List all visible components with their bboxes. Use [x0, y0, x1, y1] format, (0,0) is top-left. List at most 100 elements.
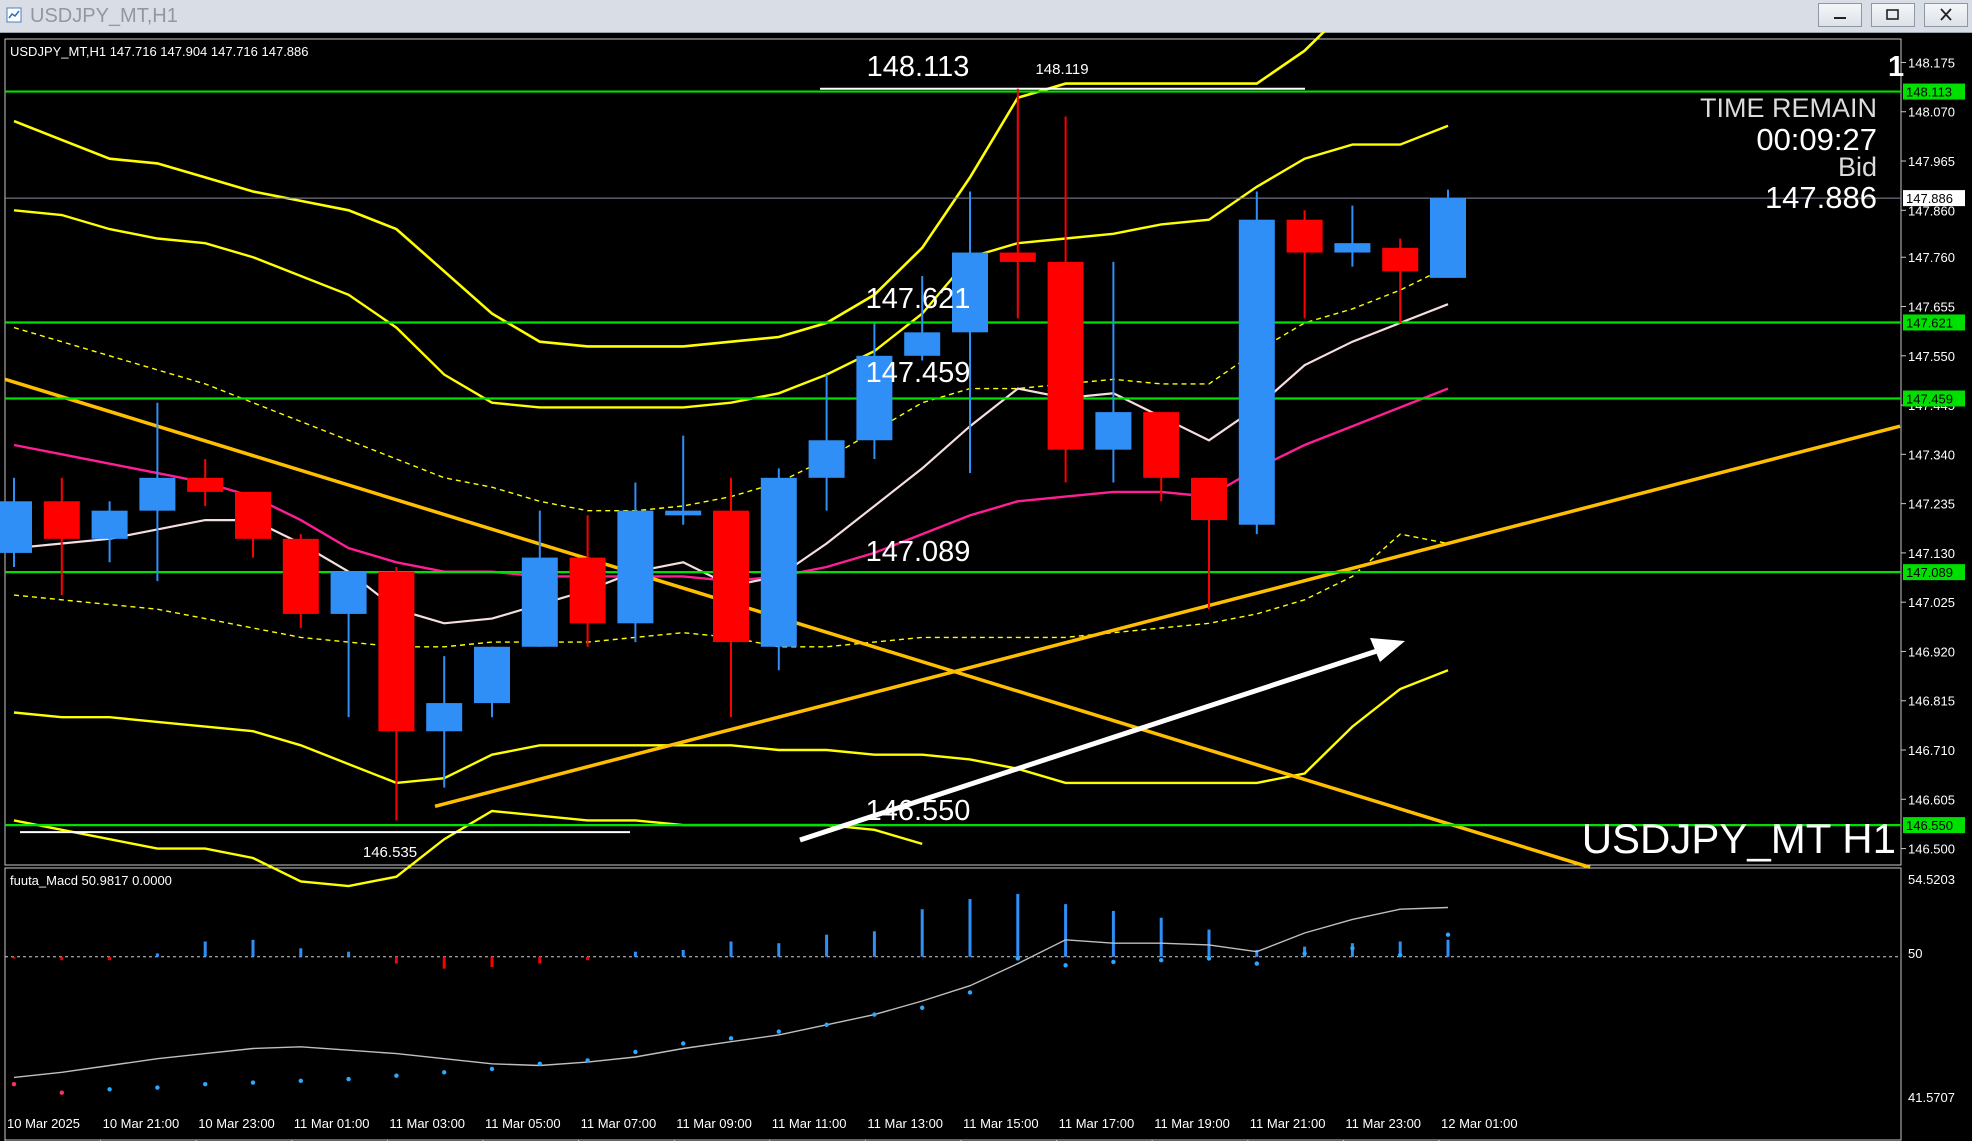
price-tick-10: 147.130 [1908, 546, 1955, 561]
candle-body-13 [617, 510, 654, 624]
indicator-dot-27 [1302, 951, 1307, 956]
indicator-dot-6 [298, 1078, 303, 1084]
candle-body-12 [569, 557, 606, 624]
time-tick-10: 11 Mar 15:00 [963, 1116, 1039, 1131]
candle-body-7 [330, 571, 367, 614]
window-titlebar: USDJPY_MT,H1 [0, 0, 1972, 33]
indicator-dot-11 [537, 1061, 542, 1067]
candle-body-21 [999, 252, 1036, 262]
time-tick-6: 11 Mar 07:00 [581, 1116, 657, 1131]
indicator-dot-17 [824, 1022, 829, 1027]
indicator-dot-23 [1111, 959, 1116, 965]
price-tick-2: 147.965 [1908, 154, 1955, 169]
candle-body-11 [521, 557, 558, 647]
candle-body-6 [282, 538, 319, 614]
candle-body-22 [1047, 261, 1084, 450]
candle-body-5 [235, 491, 271, 539]
level-label-147621: 147.621 [866, 283, 971, 315]
time-tick-9: 11 Mar 13:00 [867, 1116, 943, 1131]
time-remain-label: TIME REMAIN [1700, 93, 1877, 123]
candle-body-8 [378, 571, 415, 732]
time-tick-14: 11 Mar 23:00 [1345, 1116, 1421, 1131]
time-tick-7: 11 Mar 09:00 [676, 1116, 752, 1131]
candle-body-2 [91, 510, 128, 539]
corner-digit: 1 [1888, 51, 1904, 83]
candle-body-1 [43, 501, 80, 539]
price-tick-5: 147.655 [1908, 300, 1955, 315]
indicator-dot-26 [1254, 961, 1260, 966]
time-tick-13: 11 Mar 21:00 [1250, 1116, 1326, 1131]
window-title: USDJPY_MT,H1 [30, 5, 178, 27]
price-tick-11: 147.025 [1908, 595, 1955, 610]
bid-value: 147.886 [1765, 180, 1877, 215]
candle-body-17 [808, 440, 845, 478]
indicator-dot-25 [1206, 956, 1212, 961]
level-tag-1: 147.886 [1906, 191, 1953, 206]
candle-body-3 [139, 477, 176, 511]
low-marker: 146.535 [363, 844, 417, 861]
level-label-147089: 147.089 [866, 536, 971, 568]
price-tick-15: 146.605 [1908, 792, 1955, 807]
candle-body-24 [1143, 412, 1180, 478]
candle-body-25 [1191, 477, 1227, 521]
restore-button[interactable] [1871, 3, 1915, 27]
price-tick-6: 147.550 [1908, 349, 1955, 364]
indicator-dot-2 [107, 1087, 112, 1092]
trendline-descending [4, 377, 1591, 870]
price-tick-14: 146.710 [1908, 743, 1955, 758]
time-tick-12: 11 Mar 19:00 [1154, 1116, 1230, 1131]
symbol-watermark: USDJPY_MT H1 [1582, 815, 1896, 862]
level-tag-2: 147.621 [1906, 315, 1953, 330]
time-tick-3: 11 Mar 01:00 [294, 1116, 370, 1131]
close-icon [1940, 8, 1952, 21]
candle-body-27 [1286, 219, 1323, 253]
band-upper [13, 124, 1449, 409]
candle-body-28 [1334, 243, 1371, 253]
candle-body-15 [713, 510, 749, 643]
time-axis: 10 Mar 2025 10 Mar 21:00 10 Mar 23:00 11 Ma… [4, 1116, 1518, 1141]
candle-body-23 [1095, 412, 1132, 450]
indicator-signal-line [13, 906, 1449, 1079]
indicator-dot-14 [681, 1041, 686, 1046]
band-mid-dashed [13, 265, 1449, 512]
indicator-tick-mid: 50 [1908, 946, 1922, 961]
indicator-dot-4 [203, 1082, 208, 1087]
candle-body-4 [187, 477, 224, 492]
indicator-dot-24 [1159, 957, 1164, 963]
price-tick-1: 148.070 [1908, 105, 1955, 120]
time-tick-8: 11 Mar 11:00 [772, 1116, 847, 1131]
indicator-dot-1 [59, 1090, 64, 1095]
level-tag-4: 147.089 [1906, 565, 1953, 580]
level-label-148113: 148.113 [867, 51, 970, 83]
candle-body-19 [904, 332, 941, 356]
indicator-header: fuuta_Macd 50.9817 0.0000 [10, 873, 172, 888]
level-label-146550: 146.550 [866, 795, 971, 827]
time-tick-5: 11 Mar 05:00 [485, 1116, 561, 1131]
indicator-dot-9 [442, 1070, 447, 1075]
indicator-layer [5, 893, 1901, 1095]
indicator-dot-3 [155, 1085, 160, 1090]
main-chart-header: USDJPY_MT,H1 147.716 147.904 147.716 147… [10, 44, 309, 59]
indicator-tick-bottom: 41.5707 [1908, 1090, 1955, 1105]
chart-area[interactable]: 148.175148.070147.965147.860147.760147.6… [0, 32, 1972, 1141]
indicator-dot-0 [11, 1082, 17, 1087]
time-tick-0: 10 Mar 2025 [7, 1116, 80, 1131]
level-tag-0: 148.113 [1906, 85, 1952, 100]
candle-body-10 [474, 646, 510, 704]
indicator-dot-30 [1445, 932, 1451, 937]
price-tick-13: 146.815 [1908, 694, 1955, 709]
close-button[interactable] [1924, 3, 1968, 27]
candle-body-0 [0, 501, 32, 553]
candle-body-26 [1238, 219, 1275, 525]
indicator-dot-21 [1015, 956, 1020, 961]
lines-layer [4, 87, 1901, 870]
indicator-dot-16 [776, 1029, 781, 1034]
minimize-button[interactable] [1818, 3, 1862, 27]
price-tick-16: 146.500 [1908, 842, 1955, 857]
price-tick-0: 148.175 [1908, 55, 1955, 70]
price-tick-8: 147.340 [1908, 447, 1955, 462]
time-tick-11: 11 Mar 17:00 [1059, 1116, 1135, 1131]
candle-body-9 [426, 703, 463, 732]
restore-icon [1886, 9, 1899, 20]
indicator-dot-19 [920, 1005, 925, 1010]
